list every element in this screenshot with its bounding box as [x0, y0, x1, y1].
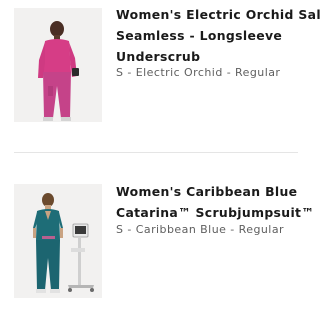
product-image[interactable] — [14, 184, 102, 298]
product-title[interactable]: Women's Caribbean Blue Catarina™ Scrubju… — [116, 181, 315, 223]
product-title-line: Seamless - Longsleeve — [116, 28, 283, 43]
product-title-line: Catarina™ Scrubjumpsuit™ — [116, 205, 315, 220]
product-photo-icon — [14, 8, 102, 122]
product-variant: S - Electric Orchid - Regular — [116, 66, 281, 79]
product-title-line: Underscrub — [116, 49, 201, 64]
product-title-line: Women's Electric Orchid Salta — [116, 7, 320, 22]
product-variant: S - Caribbean Blue - Regular — [116, 223, 284, 236]
product-title-line: Women's Caribbean Blue — [116, 184, 298, 199]
divider — [14, 152, 298, 153]
product-image[interactable] — [14, 8, 102, 122]
product-photo-icon — [14, 184, 102, 298]
product-title[interactable]: Women's Electric Orchid Salta Seamless -… — [116, 4, 320, 67]
